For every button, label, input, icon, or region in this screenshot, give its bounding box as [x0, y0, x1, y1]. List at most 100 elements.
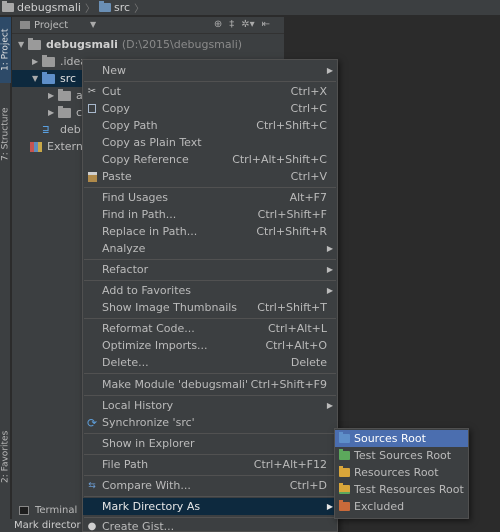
panel-header: Project ▼ ⊕ ‡ ✲▾ ⇤ [12, 17, 284, 34]
nav-project[interactable]: debugsmali [17, 1, 81, 14]
submenu-item-test-sources-root[interactable]: Test Sources Root [335, 447, 468, 464]
menu-item-refactor[interactable]: Refactor ▶ [83, 261, 337, 278]
favorites-tool-tab[interactable]: 2: Favorites [0, 422, 11, 492]
menu-item-copy-path[interactable]: Copy Path Ctrl+Shift+C [83, 117, 337, 134]
compare-icon: ⇆ [88, 480, 96, 491]
collapse-arrow-icon[interactable]: ▶ [48, 108, 58, 117]
source-folder-icon [99, 1, 111, 12]
module-folder-icon [28, 37, 41, 50]
menu-item-synchronize[interactable]: ⟳ Synchronize 'src' [83, 414, 337, 431]
project-view-selector[interactable]: Project [34, 20, 68, 31]
collapse-arrow-icon[interactable]: ▶ [32, 57, 42, 66]
menu-separator [84, 496, 336, 497]
paste-icon [86, 171, 98, 182]
sources-root-folder-icon [339, 432, 350, 443]
menu-item-copy-plain-text[interactable]: Copy as Plain Text [83, 134, 337, 151]
bottom-tool-tabs: Terminal [12, 502, 82, 519]
menu-item-delete[interactable]: Delete... Delete [83, 354, 337, 371]
menu-separator [84, 433, 336, 434]
hide-panel-icon[interactable]: ⇤ [262, 19, 270, 30]
menu-item-find-in-path[interactable]: Find in Path... Ctrl+Shift+F [83, 206, 337, 223]
submenu-item-resources-root[interactable]: Resources Root [335, 464, 468, 481]
menu-separator [84, 454, 336, 455]
tree-label: deb [60, 123, 81, 136]
scissors-icon: ✂ [87, 86, 97, 97]
nav-src[interactable]: src [114, 1, 130, 14]
test-resources-folder-icon [339, 483, 350, 494]
submenu-item-sources-root[interactable]: Sources Root [335, 430, 468, 447]
terminal-icon [19, 506, 29, 515]
project-tool-tab[interactable]: 1: Project [0, 17, 11, 83]
root-path: (D:\2015\debugsmali) [121, 38, 243, 51]
menu-item-add-to-favorites[interactable]: Add to Favorites ▶ [83, 282, 337, 299]
menu-item-optimize-imports[interactable]: Optimize Imports... Ctrl+Alt+O [83, 337, 337, 354]
submenu-arrow-icon: ▶ [326, 286, 333, 295]
tree-label: src [60, 72, 77, 85]
menu-separator [84, 395, 336, 396]
menu-item-paste[interactable]: Paste Ctrl+V [83, 168, 337, 185]
test-sources-folder-icon [339, 449, 350, 460]
nav-separator: 〉 [134, 4, 145, 15]
submenu-arrow-icon: ▶ [326, 502, 333, 511]
menu-separator [84, 187, 336, 188]
libraries-icon [30, 141, 42, 152]
gear-icon[interactable]: ✲▾ [241, 19, 254, 30]
menu-item-reformat-code[interactable]: Reformat Code... Ctrl+Alt+L [83, 320, 337, 337]
menu-item-mark-directory-as[interactable]: Mark Directory As ▶ [83, 498, 337, 515]
submenu-arrow-icon: ▶ [326, 401, 333, 410]
resources-folder-icon [339, 466, 350, 477]
refresh-icon: ⟳ [86, 415, 98, 430]
menu-item-copy-reference[interactable]: Copy Reference Ctrl+Alt+Shift+C [83, 151, 337, 168]
status-text: Mark director [14, 520, 81, 531]
tool-window-strip: 1: Project 7: Structure 2: Favorites [0, 17, 11, 532]
menu-separator [84, 373, 336, 374]
menu-item-replace-in-path[interactable]: Replace in Path... Ctrl+Shift+R [83, 223, 337, 240]
nav-separator: 〉 [85, 4, 95, 15]
terminal-tab[interactable]: Terminal [35, 505, 77, 516]
menu-separator [84, 280, 336, 281]
mark-directory-submenu: Sources Root Test Sources Root Resources… [334, 428, 469, 519]
expand-arrow-icon[interactable]: ▼ [32, 74, 42, 83]
submenu-arrow-icon: ▶ [326, 66, 333, 75]
module-file-icon: ⊒ [42, 124, 50, 135]
menu-separator [84, 259, 336, 260]
menu-item-find-usages[interactable]: Find Usages Alt+F7 [83, 189, 337, 206]
submenu-item-test-resources-root[interactable]: Test Resources Root [335, 481, 468, 498]
menu-separator [84, 81, 336, 82]
menu-item-make-module[interactable]: Make Module 'debugsmali' Ctrl+Shift+F9 [83, 376, 337, 393]
scroll-from-source-icon[interactable]: ⊕ [214, 19, 222, 30]
expand-arrow-icon[interactable]: ▼ [18, 40, 28, 49]
context-menu: New ▶ ✂ Cut Ctrl+X Copy Ctrl+C Copy Path Ctr… [82, 59, 338, 532]
menu-item-new[interactable]: New ▶ [83, 62, 337, 79]
collapse-arrow-icon[interactable]: ▶ [48, 91, 58, 100]
github-icon: ● [87, 521, 97, 532]
menu-item-cut[interactable]: ✂ Cut Ctrl+X [83, 83, 337, 100]
package-icon [58, 88, 71, 101]
root-name: debugsmali [46, 38, 118, 51]
menu-separator [84, 475, 336, 476]
chevron-down-icon[interactable]: ▼ [90, 20, 96, 29]
collapse-all-icon[interactable]: ‡ [229, 19, 234, 30]
menu-item-create-gist[interactable]: ● Create Gist... [83, 518, 337, 532]
project-view-icon [20, 21, 30, 29]
submenu-item-excluded[interactable]: Excluded [335, 498, 468, 515]
folder-icon [2, 1, 14, 12]
menu-item-show-in-explorer[interactable]: Show in Explorer [83, 435, 337, 452]
navigation-bar: debugsmali 〉 src 〉 [0, 0, 500, 16]
submenu-arrow-icon: ▶ [326, 244, 333, 253]
structure-tool-tab[interactable]: 7: Structure [0, 89, 11, 179]
menu-item-show-image-thumbnails[interactable]: Show Image Thumbnails Ctrl+Shift+T [83, 299, 337, 316]
source-folder-icon [42, 71, 55, 84]
package-icon [58, 105, 71, 118]
copy-icon [86, 103, 98, 114]
menu-item-compare-with[interactable]: ⇆ Compare With... Ctrl+D [83, 477, 337, 494]
submenu-arrow-icon: ▶ [326, 265, 333, 274]
menu-separator [84, 318, 336, 319]
status-bar: Mark director [0, 519, 82, 532]
menu-item-file-path[interactable]: File Path Ctrl+Alt+F12 [83, 456, 337, 473]
menu-item-copy[interactable]: Copy Ctrl+C [83, 100, 337, 117]
menu-item-analyze[interactable]: Analyze ▶ [83, 240, 337, 257]
menu-item-local-history[interactable]: Local History ▶ [83, 397, 337, 414]
excluded-folder-icon [339, 500, 350, 511]
tree-item-root[interactable]: ▼ debugsmali (D:\2015\debugsmali) [12, 36, 284, 53]
